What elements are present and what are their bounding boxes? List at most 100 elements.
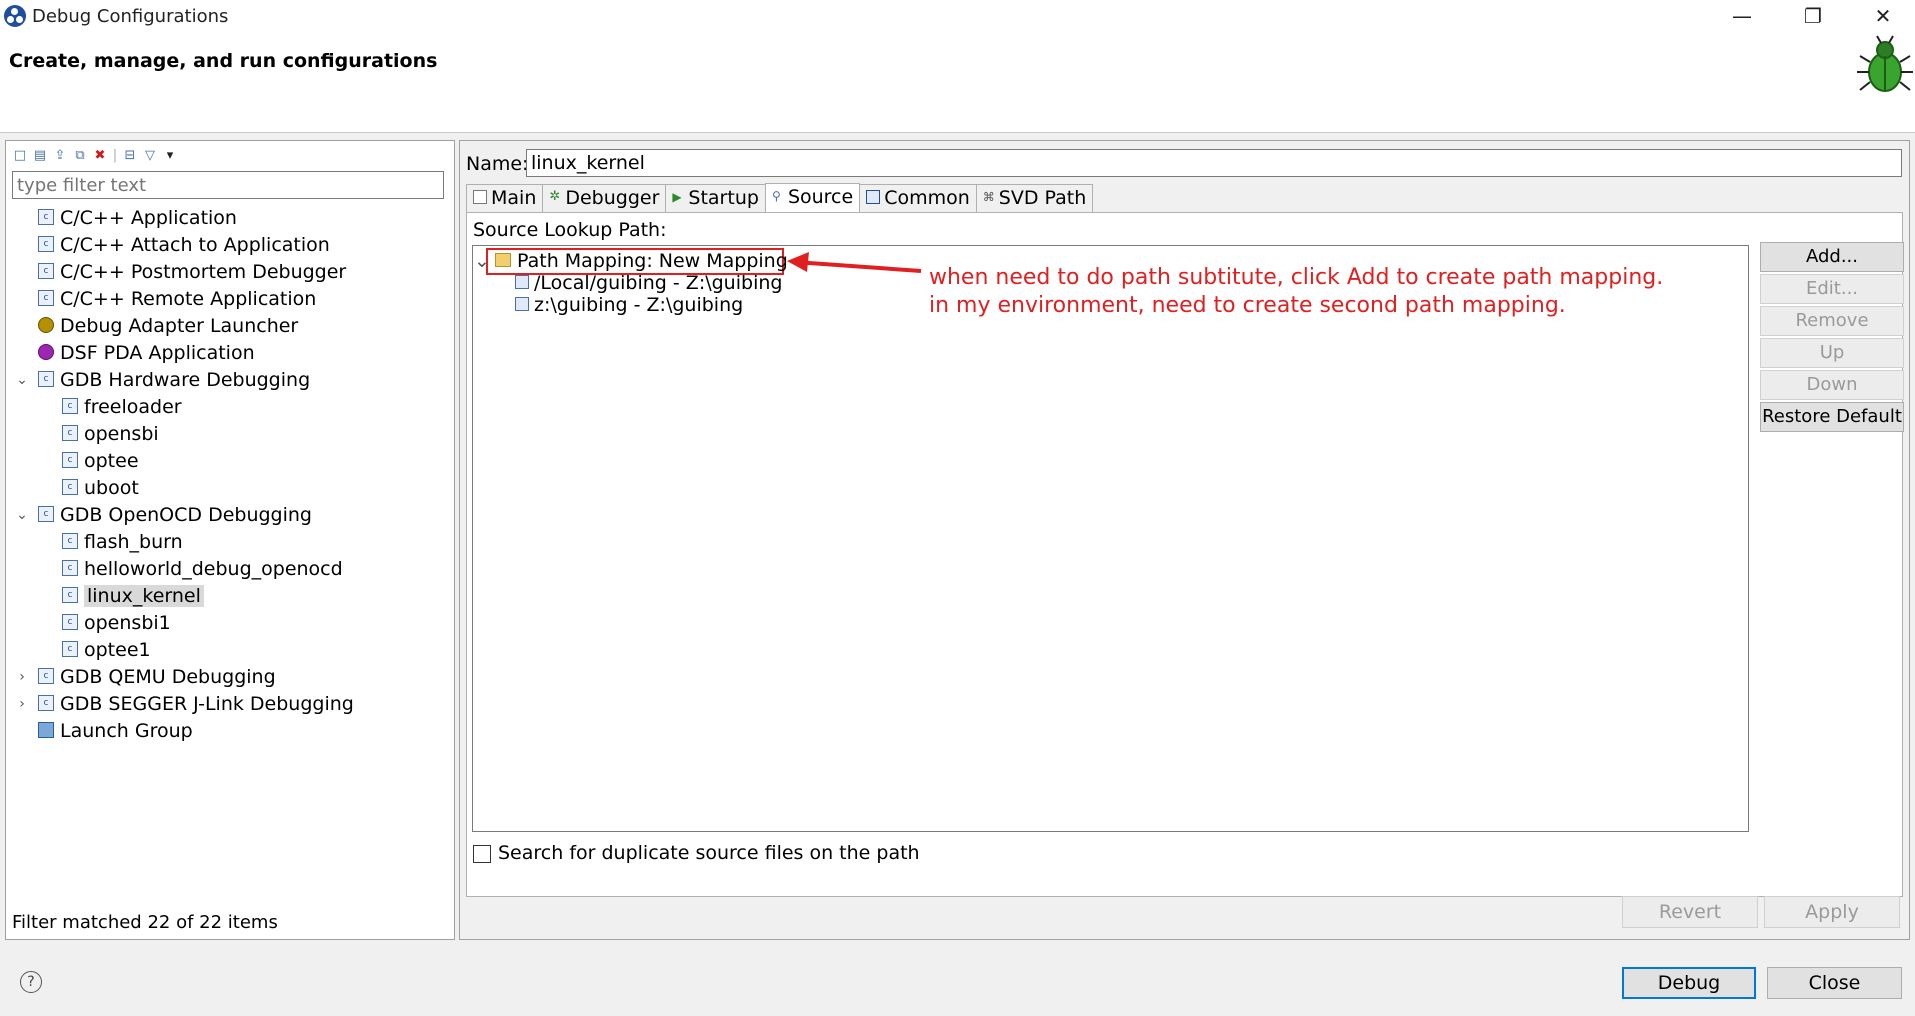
delete-icon[interactable]: ✖ — [92, 148, 108, 164]
restore-default-button[interactable]: Restore Default — [1760, 402, 1904, 432]
c-launch-config-icon: c — [38, 235, 54, 252]
expanded-chevron-icon[interactable]: ⌄ — [14, 502, 30, 528]
tree-item[interactable]: c optee1 — [62, 637, 151, 663]
tab-debugger[interactable]: ✲ Debugger — [542, 184, 667, 212]
path-mapping-entry[interactable]: z:\guibing - Z:\guibing — [515, 292, 743, 318]
c-launch-config-icon: c — [38, 208, 54, 225]
tab-source-label: Source — [787, 186, 854, 208]
up-button[interactable]: Up — [1760, 338, 1904, 368]
debug-button[interactable]: Debug — [1622, 967, 1756, 999]
tree-item-label: GDB Hardware Debugging — [60, 369, 311, 391]
remove-button[interactable]: Remove — [1760, 306, 1904, 336]
configuration-list-panel: □ ▤ ⇪ ⧉ ✖ | ⊟ ▽ ▾ c C/C++ Application c C/C… — [5, 140, 455, 940]
expanded-chevron-icon[interactable]: ⌄ — [14, 367, 30, 393]
name-input[interactable] — [526, 149, 1902, 177]
filter-icon[interactable]: ▽ — [142, 148, 158, 164]
view-menu-icon[interactable]: ▾ — [162, 148, 178, 164]
tab-svd-path[interactable]: ⌘ SVD Path — [975, 184, 1094, 212]
collapsed-chevron-icon[interactable]: › — [14, 691, 30, 717]
annotation-line-2: in my environment, need to create second… — [929, 293, 1566, 318]
tree-item[interactable]: c GDB Hardware Debugging — [38, 367, 310, 393]
add-button[interactable]: Add... — [1760, 242, 1904, 272]
tree-item[interactable]: c flash_burn — [62, 529, 183, 555]
duplicate-icon[interactable]: ⧉ — [72, 148, 88, 164]
tab-common[interactable]: Common — [859, 184, 977, 212]
tab-main-label: Main — [491, 187, 537, 209]
c-launch-config-icon: c — [38, 262, 54, 279]
tree-item[interactable]: c GDB SEGGER J-Link Debugging — [38, 691, 354, 717]
tree-item[interactable]: c freeloader — [62, 394, 182, 420]
tree-item[interactable]: c optee — [62, 448, 139, 474]
tree-item[interactable]: c C/C++ Application — [38, 205, 237, 231]
revert-button[interactable]: Revert — [1622, 896, 1758, 928]
tree-item[interactable]: c C/C++ Attach to Application — [38, 232, 330, 258]
pda-icon — [38, 343, 54, 360]
close-button[interactable]: Close — [1767, 967, 1902, 999]
tree-item[interactable]: c C/C++ Remote Application — [38, 286, 316, 312]
close-window-button[interactable]: ✕ — [1853, 0, 1913, 34]
edit-button[interactable]: Edit... — [1760, 274, 1904, 304]
apply-button[interactable]: Apply — [1764, 896, 1900, 928]
c-launch-config-icon: c — [62, 478, 78, 495]
tree-item-label: C/C++ Postmortem Debugger — [60, 261, 347, 283]
tree-item-label: GDB OpenOCD Debugging — [60, 504, 312, 526]
export-icon[interactable]: ⇪ — [52, 148, 68, 164]
tab-debugger-label: Debugger — [565, 187, 660, 209]
tab-common-label: Common — [884, 187, 970, 209]
tree-item[interactable]: c GDB OpenOCD Debugging — [38, 502, 312, 528]
tree-item-label: opensbi — [84, 423, 159, 445]
tree-item-label: freeloader — [84, 396, 182, 418]
left-toolbar: □ ▤ ⇪ ⧉ ✖ | ⊟ ▽ ▾ — [12, 146, 178, 166]
c-launch-config-icon: c — [38, 505, 54, 522]
source-lookup-tree[interactable]: ⌄ Path Mapping: New Mapping /Local/guibi… — [472, 245, 1749, 832]
mapping-entry-icon — [515, 296, 529, 311]
debug-bug-icon — [1857, 35, 1913, 92]
launch-group-icon — [38, 721, 54, 738]
down-button[interactable]: Down — [1760, 370, 1904, 400]
tree-item-label: DSF PDA Application — [60, 342, 255, 364]
tree-item[interactable]: c uboot — [62, 475, 139, 501]
collapse-all-icon[interactable]: ⊟ — [122, 148, 138, 164]
debugger-tab-icon: ✲ — [549, 188, 561, 204]
source-lookup-label: Source Lookup Path: — [473, 219, 667, 241]
help-icon[interactable]: ? — [20, 971, 42, 993]
tree-item-label: GDB QEMU Debugging — [60, 666, 276, 688]
collapsed-chevron-icon[interactable]: › — [14, 664, 30, 690]
minimize-button[interactable]: — — [1712, 0, 1772, 34]
tree-item[interactable]: c opensbi1 — [62, 610, 171, 636]
tab-startup[interactable]: ▶ Startup — [665, 184, 766, 212]
tree-item[interactable]: c GDB QEMU Debugging — [38, 664, 276, 690]
dialog-header: Create, manage, and run configurations — [0, 34, 1915, 133]
tab-main[interactable]: Main — [466, 184, 544, 212]
tree-item-label: flash_burn — [84, 531, 183, 553]
tree-item[interactable]: c helloworld_debug_openocd — [62, 556, 343, 582]
tree-item-label: GDB SEGGER J-Link Debugging — [60, 693, 354, 715]
duplicate-source-checkbox[interactable] — [473, 845, 491, 863]
c-launch-config-icon: c — [62, 451, 78, 468]
c-launch-config-icon: c — [62, 559, 78, 576]
tree-item-label: optee1 — [84, 639, 151, 661]
tree-item[interactable]: c C/C++ Postmortem Debugger — [38, 259, 346, 285]
tree-item-label: C/C++ Application — [60, 207, 237, 229]
window-title: Debug Configurations — [32, 6, 229, 27]
toolbar-separator: | — [112, 148, 118, 163]
tree-item[interactable]: Debug Adapter Launcher — [38, 313, 298, 339]
tree-item[interactable]: Launch Group — [38, 718, 193, 744]
tree-item-label: optee — [84, 450, 139, 472]
annotation-text: when need to do path subtitute, click Ad… — [929, 264, 1663, 320]
restore-button[interactable]: ❐ — [1783, 0, 1843, 34]
tab-source[interactable]: ⚲ Source — [764, 183, 861, 213]
tree-item[interactable]: DSF PDA Application — [38, 340, 255, 366]
annotation-arrow — [787, 252, 922, 273]
tree-item[interactable]: c linux_kernel — [62, 583, 204, 609]
c-launch-config-icon: c — [38, 289, 54, 306]
tree-item-label: opensbi1 — [84, 612, 171, 634]
c-launch-config-icon: c — [62, 640, 78, 657]
tree-item-label: C/C++ Attach to Application — [60, 234, 330, 256]
svd-path-tab-icon: ⌘ — [982, 189, 995, 204]
main-tab-icon — [473, 189, 487, 204]
filter-input[interactable] — [12, 171, 444, 199]
new-config-icon[interactable]: □ — [12, 148, 28, 164]
new-prototype-icon[interactable]: ▤ — [32, 148, 48, 164]
tree-item[interactable]: c opensbi — [62, 421, 159, 447]
